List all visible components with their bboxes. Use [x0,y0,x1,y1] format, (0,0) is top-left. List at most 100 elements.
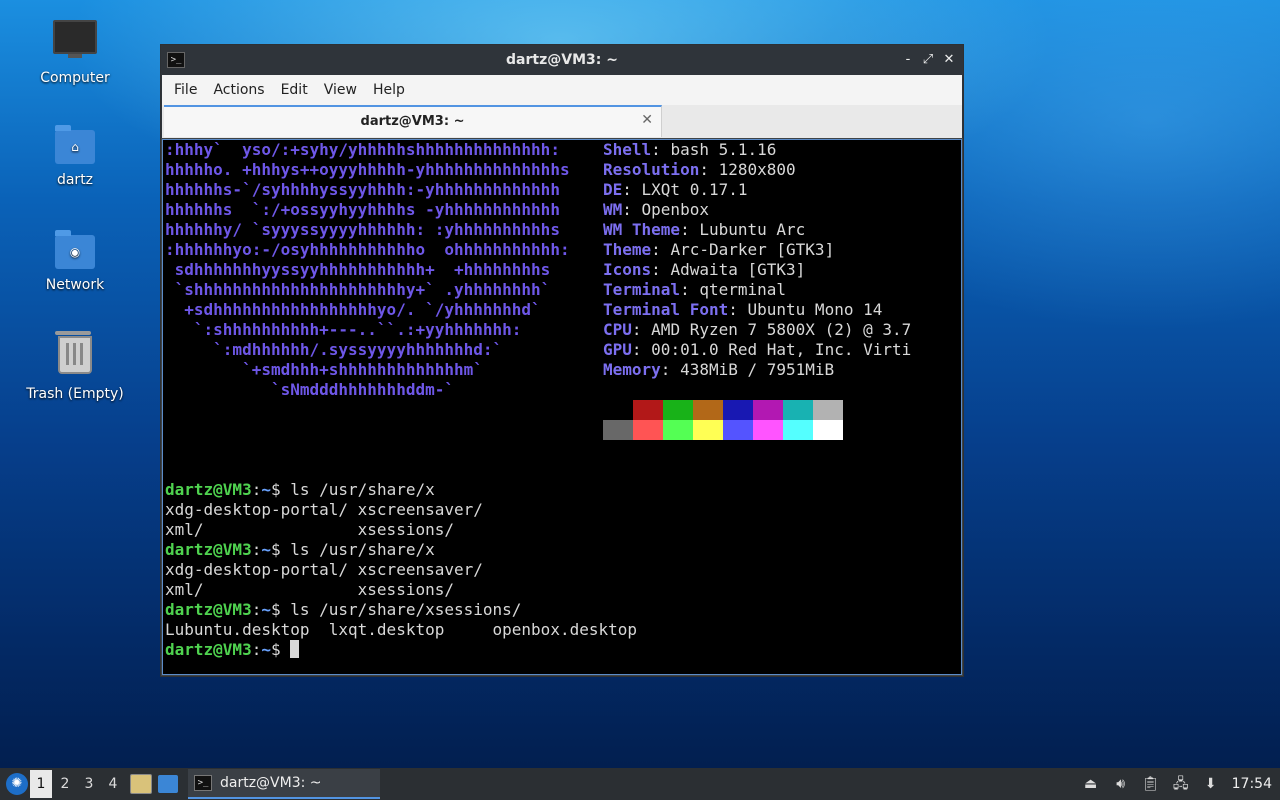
palette-swatch [603,400,633,420]
palette-swatch [603,420,633,440]
prompt-user: dartz@VM3 [165,600,252,619]
output-line: Lubuntu.desktop lxqt.desktop openbox.des… [165,620,638,639]
prompt-path: ~ [261,600,271,619]
prompt-command: ls /usr/share/x [290,480,435,499]
info-key: Memory [603,360,661,379]
logo-line: hhhhhhy/ `syyyssyyyyhhhhhh: :yhhhhhhhhhh… [165,220,560,239]
palette-swatch [813,420,843,440]
clipboard-icon[interactable]: 📋︎ [1142,775,1160,793]
shell-output: dartz@VM3:~$ ls /usr/share/x xdg-desktop-… [165,480,637,660]
text-cursor [290,640,300,658]
prompt-line: dartz@VM3:~$ [165,640,637,660]
prompt-command: ls /usr/share/xsessions/ [290,600,522,619]
output-line: xdg-desktop-portal/ xscreensaver/ [165,560,483,579]
workspace-3[interactable]: 3 [78,770,100,798]
prompt-path: ~ [261,480,271,499]
desktop-icon-computer[interactable]: Computer [20,16,130,86]
palette-swatch [723,400,753,420]
desktop-icon-label: Trash (Empty) [26,386,124,402]
eject-icon[interactable]: ⏏ [1082,775,1100,793]
task-label: dartz@VM3: ~ [220,775,322,791]
home-folder-icon: ⌂ [53,122,97,166]
logo-line: hhhhho. +hhhys++oyyyhhhhh-yhhhhhhhhhhhhh… [165,160,570,179]
volume-icon[interactable]: 🔊︎ [1112,775,1130,793]
info-value: 00:01.0 Red Hat, Inc. Virti [651,340,912,359]
minimize-button[interactable]: ‑ [899,51,917,69]
file-manager-icon[interactable] [130,774,152,794]
desktop-icon-label: Computer [40,70,110,86]
info-line: WM Theme: Lubuntu Arc [603,220,806,239]
start-menu-icon[interactable]: ✺ [6,773,28,795]
palette-swatch [663,420,693,440]
show-desktop-icon[interactable] [158,775,178,793]
clock[interactable]: 17:54 [1232,776,1272,792]
info-line: Shell: bash 5.1.16 [603,140,777,159]
workspace-1[interactable]: 1 [30,770,52,798]
update-notifier-icon[interactable]: ⬇ [1202,775,1220,793]
palette-swatch [783,420,813,440]
terminal-task-icon: >_ [194,775,212,791]
desktop-icon-label: Network [45,277,105,293]
logo-line: hhhhhhs-`/syhhhhyssyyhhhh:-yhhhhhhhhhhhh… [165,180,560,199]
terminal-area[interactable]: :hhhy` yso/:+syhy/yhhhhhshhhhhhhhhhhhhh:… [162,139,962,675]
info-line: Terminal: qterminal [603,280,787,299]
menu-help[interactable]: Help [365,82,413,98]
palette-swatch [693,400,723,420]
logo-line: :hhhy` yso/:+syhy/yhhhhhshhhhhhhhhhhhhh: [165,140,560,159]
info-key: CPU [603,320,632,339]
palette-swatch [723,420,753,440]
color-palette [603,400,843,440]
logo-line: sdhhhhhhhyyssyyhhhhhhhhhhh+ +hhhhhhhhs [165,260,551,279]
info-key: Theme [603,240,652,259]
palette-swatch [633,420,663,440]
info-line: CPU: AMD Ryzen 7 5800X (2) @ 3.7 [603,320,912,339]
info-value: Openbox [641,200,709,219]
info-key: DE [603,180,623,199]
computer-icon [53,20,97,64]
prompt-line: dartz@VM3:~$ ls /usr/share/x [165,480,435,499]
neofetch-logo: :hhhy` yso/:+syhy/yhhhhhshhhhhhhhhhhhhh:… [165,140,570,400]
prompt-path: ~ [261,640,271,659]
palette-swatch [813,400,843,420]
close-button[interactable]: ✕ [940,51,958,69]
logo-line: `shhhhhhhhhhhhhhhhhhhhhhy+` .yhhhhhhhh` [165,280,551,299]
taskbar-task-terminal[interactable]: >_ dartz@VM3: ~ [188,769,380,799]
info-key: WM Theme [603,220,681,239]
info-key: Shell [603,140,652,159]
network-icon[interactable]: 🖧 [1172,775,1190,793]
output-line: xdg-desktop-portal/ xscreensaver/ [165,500,483,519]
maximize-button[interactable]: ⤢ [919,51,937,69]
workspace-2[interactable]: 2 [54,770,76,798]
info-key: GPU [603,340,632,359]
desktop-icon-home[interactable]: ⌂ dartz [20,122,130,188]
window-title: dartz@VM3: ~ [506,52,618,68]
terminal-tab[interactable]: dartz@VM3: ~ ✕ [164,105,662,137]
info-value: bash 5.1.16 [670,140,777,159]
menu-actions[interactable]: Actions [205,82,272,98]
logo-line: `:mdhhhhhh/.syssyyyyhhhhhhhd:` [165,340,503,359]
tab-close-icon[interactable]: ✕ [641,112,653,128]
info-value: qterminal [699,280,787,299]
palette-swatch [633,400,663,420]
menu-bar: File Actions Edit View Help [161,75,963,105]
info-line: DE: LXQt 0.17.1 [603,180,748,199]
system-info: Shell: bash 5.1.16 Resolution: 1280x800 DE… [603,140,911,380]
desktop-icon-network[interactable]: ◉ Network [20,227,130,293]
info-line: Terminal Font: Ubuntu Mono 14 [603,300,883,319]
taskbar: ✺ 1 2 3 4 >_ dartz@VM3: ~ ⏏ 🔊︎ 📋︎ 🖧 ⬇ 17… [0,768,1280,800]
menu-view[interactable]: View [316,82,365,98]
info-line: GPU: 00:01.0 Red Hat, Inc. Virti [603,340,912,359]
info-line: WM: Openbox [603,200,709,219]
menu-file[interactable]: File [166,82,205,98]
system-tray: ⏏ 🔊︎ 📋︎ 🖧 ⬇ 17:54 [1082,768,1280,800]
palette-swatch [753,420,783,440]
info-value: LXQt 0.17.1 [641,180,748,199]
workspace-4[interactable]: 4 [102,770,124,798]
desktop-icon-trash[interactable]: Trash (Empty) [20,330,130,402]
tab-title: dartz@VM3: ~ [360,114,465,129]
logo-line: +sdhhhhhhhhhhhhhhhhhyo/. `/yhhhhhhhd` [165,300,541,319]
menu-edit[interactable]: Edit [273,82,316,98]
window-titlebar[interactable]: >_ dartz@VM3: ~ ‑ ⤢ ✕ [161,45,963,75]
info-value: Ubuntu Mono 14 [747,300,883,319]
prompt-user: dartz@VM3 [165,480,252,499]
